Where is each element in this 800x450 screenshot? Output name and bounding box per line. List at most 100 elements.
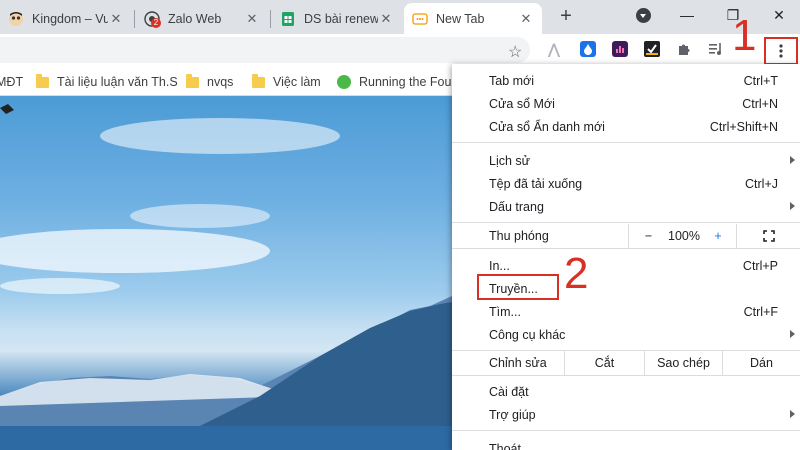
star-icon[interactable]: ☆ (508, 45, 522, 61)
menu-item-bookmarks[interactable]: Dấu trang (452, 195, 800, 218)
close-window-button[interactable]: ✕ (756, 0, 800, 30)
bookmark-label: nvqs (207, 75, 234, 89)
tab-title: Kingdom – Vu (32, 11, 108, 26)
menu-item-label: Tệp đã tải xuống (489, 176, 583, 191)
zalo-icon: 2 (144, 10, 161, 28)
menu-item-settings[interactable]: Cài đặt (452, 380, 800, 403)
menu-separator (452, 375, 800, 376)
green-circle-icon (337, 75, 351, 89)
bookmark-nvqs[interactable]: nvqs (186, 73, 234, 90)
menu-item-label: Cài đặt (489, 384, 529, 399)
copy-button[interactable]: Sao chép (644, 351, 722, 375)
menu-item-label: Công cụ khác (489, 327, 566, 342)
media-control-icon[interactable] (708, 41, 724, 57)
close-icon[interactable]: ✕ (518, 11, 534, 27)
kebab-icon (779, 44, 783, 58)
menu-item-history[interactable]: Lịch sử (452, 149, 800, 172)
zoom-level: 100% (668, 229, 700, 243)
menu-item-label: Lịch sử (489, 153, 531, 168)
step-2-label: 2 (564, 249, 589, 298)
menu-item-shortcut: Ctrl+Shift+N (709, 119, 778, 134)
edit-row: Chỉnh sửa Cắt Sao chép Dán (452, 351, 800, 375)
newtab-icon (412, 11, 428, 27)
menu-item-exit[interactable]: Thoát (452, 437, 800, 450)
folder-icon (186, 73, 199, 88)
close-icon[interactable]: ✕ (378, 11, 394, 27)
menu-item-label: Cửa sổ Mới (489, 96, 555, 111)
folder-icon (252, 73, 265, 88)
zoom-out-button[interactable]: − (628, 224, 668, 248)
menu-separator (452, 142, 800, 143)
close-icon[interactable]: ✕ (244, 11, 260, 27)
tab-title: DS bài renew (304, 11, 378, 26)
checkmark-icon[interactable] (644, 41, 660, 57)
zoom-in-button[interactable]: + (700, 224, 736, 248)
tab-search-icon[interactable] (636, 8, 651, 23)
cut-button[interactable]: Cắt (564, 351, 644, 375)
menu-separator (452, 430, 800, 431)
more-menu-button[interactable] (764, 37, 798, 65)
bookmark-running[interactable]: Running the Four (337, 74, 456, 90)
tab-title: New Tab (436, 11, 485, 26)
menu-item-shortcut: Ctrl+J (745, 176, 778, 191)
paste-button[interactable]: Dán (722, 351, 800, 375)
fullscreen-icon (762, 230, 775, 242)
tab-separator (134, 10, 135, 28)
menu-item-shortcut: Ctrl+F (743, 304, 778, 319)
menu-separator (452, 222, 800, 223)
folder-icon (36, 73, 49, 88)
tab-zalo[interactable]: 2 Zalo Web ✕ (136, 3, 268, 34)
tab-separator (270, 10, 271, 28)
bookmark-label: Việc làm (273, 75, 321, 89)
menu-item-find[interactable]: Tìm... Ctrl+F (452, 300, 800, 323)
menu-item-incognito[interactable]: Cửa sổ Ẩn danh mới Ctrl+Shift+N (452, 115, 800, 138)
tab-new-tab[interactable]: New Tab ✕ (404, 3, 542, 34)
step-1-label: 1 (732, 11, 757, 60)
bookmark-mdt[interactable]: MĐT (0, 74, 23, 90)
analytics-icon[interactable] (612, 41, 628, 57)
cast-highlight-box (477, 274, 559, 300)
address-bar[interactable]: ☆ (0, 37, 530, 63)
menu-item-shortcut: Ctrl+P (742, 258, 778, 273)
bookmark-label: MĐT (0, 75, 24, 89)
menu-item-label: Trợ giúp (489, 407, 536, 422)
bookmark-viec-lam[interactable]: Việc làm (252, 73, 321, 90)
menu-item-new-window[interactable]: Cửa sổ Mới Ctrl+N (452, 92, 800, 115)
tab-strip: Kingdom – Vu ✕ 2 Zalo Web ✕ DS bài renew… (0, 0, 800, 34)
close-icon[interactable]: ✕ (108, 11, 124, 27)
zoom-label: Thu phóng (489, 229, 549, 243)
zoom-row: Thu phóng − 100% + (452, 224, 800, 248)
dropbox-icon[interactable] (580, 41, 596, 57)
submenu-arrow-icon (790, 156, 795, 164)
menu-item-label: Cửa sổ Ẩn danh mới (489, 119, 605, 134)
submenu-arrow-icon (790, 202, 795, 210)
menu-item-label: In... (489, 258, 510, 273)
edit-label: Chỉnh sửa (489, 356, 547, 370)
puzzle-icon[interactable] (676, 41, 692, 57)
menu-item-shortcut: Ctrl+T (743, 73, 778, 88)
menu-item-label: Tab mới (489, 73, 535, 88)
submenu-arrow-icon (790, 410, 795, 418)
minimize-button[interactable]: — (664, 0, 710, 30)
menu-item-help[interactable]: Trợ giúp (452, 403, 800, 426)
tab-title: Zalo Web (168, 11, 222, 26)
menu-item-more-tools[interactable]: Công cụ khác (452, 323, 800, 346)
tab-ds-bai-renew[interactable]: DS bài renew ✕ (272, 3, 402, 34)
bookmark-label: Running the Four (359, 75, 456, 89)
fullscreen-button[interactable] (736, 224, 800, 248)
submenu-arrow-icon (790, 330, 795, 338)
bookmark-tai-lieu[interactable]: Tài liệu luận văn Th.S (36, 73, 178, 90)
menu-item-label: Thoát (489, 441, 521, 450)
sheets-icon (280, 11, 296, 27)
menu-item-shortcut: Ctrl+N (742, 96, 778, 111)
tab-kingdom[interactable]: Kingdom – Vu ✕ (0, 3, 132, 34)
extension-a-icon[interactable]: ⋀ (546, 41, 562, 57)
app-icon (8, 11, 24, 27)
menu-item-label: Dấu trang (489, 199, 544, 214)
new-tab-button[interactable]: + (556, 5, 576, 27)
menu-item-downloads[interactable]: Tệp đã tải xuống Ctrl+J (452, 172, 800, 195)
menu-item-new-tab[interactable]: Tab mới Ctrl+T (452, 69, 800, 92)
chrome-main-menu: Tab mới Ctrl+T Cửa sổ Mới Ctrl+N Cửa sổ … (452, 64, 800, 450)
bookmark-label: Tài liệu luận văn Th.S (57, 75, 178, 89)
menu-separator (452, 248, 800, 249)
